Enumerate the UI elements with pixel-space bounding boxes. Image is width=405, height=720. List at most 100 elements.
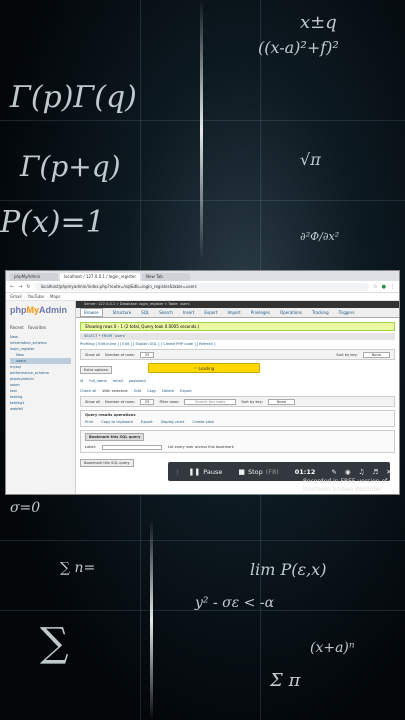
number-of-rows-label: Number of rows: — [105, 399, 135, 404]
sort-select[interactable]: None — [267, 398, 296, 405]
formula: P(x)=1 — [0, 205, 105, 240]
formula: √π — [300, 150, 321, 169]
formula: Γ(p+q) — [20, 150, 121, 183]
top-menu: Browse Structure SQL Search Insert Expor… — [76, 308, 399, 318]
pause-button[interactable]: ❚❚ Pause — [189, 468, 223, 476]
menu-icon[interactable]: ⋮ — [390, 284, 395, 290]
grip-icon[interactable]: ⋮ — [174, 468, 181, 476]
formula: ∂²Φ/∂x² — [300, 230, 340, 243]
create-view-link[interactable]: Create view — [192, 420, 213, 424]
stop-button[interactable]: ■ Stop (F8) — [238, 468, 278, 476]
phpmyadmin-logo[interactable]: phpMyAdmin — [6, 301, 75, 323]
sort-by-key-label: Sort by key: — [336, 352, 358, 357]
sql-query-text: SELECT * FROM `users` — [80, 333, 395, 340]
formula: Γ(p)Γ(q) — [10, 80, 137, 115]
recorder-watermark: Recorded in FREE version of Icecream Scr… — [303, 478, 403, 494]
export-button[interactable]: Export — [180, 389, 192, 393]
tab-insert[interactable]: Insert — [183, 310, 194, 315]
tab-export[interactable]: Export — [204, 310, 217, 315]
filter-input[interactable]: Search this table — [184, 398, 237, 405]
bookmark-section: Bookmark this SQL query Label: Let every… — [80, 430, 395, 453]
tree-item[interactable]: webfell — [10, 406, 71, 412]
bookmark-maps[interactable]: Maps — [50, 294, 61, 299]
delete-button[interactable]: Delete — [162, 389, 174, 393]
query-results-operations: Query results operations Print Copy to c… — [80, 410, 395, 427]
profiling-links[interactable]: Profiling [ Edit inline ] [ Edit ] [ Exp… — [80, 342, 395, 346]
label-input[interactable] — [101, 445, 162, 450]
stop-icon: ■ — [238, 467, 245, 476]
microphone-icon[interactable]: ♫ — [359, 468, 365, 476]
watermark-line: Icecream Screen Recorder — [303, 486, 382, 493]
browser-tab[interactable]: phpMyAdmin — [10, 273, 58, 281]
tab-tracking[interactable]: Tracking — [312, 310, 329, 315]
formula: (x+a)ⁿ — [310, 640, 355, 656]
camera-icon[interactable]: ◉ — [345, 468, 351, 476]
show-all-checkbox[interactable]: Show all — [85, 353, 100, 357]
tab-search[interactable]: Search — [159, 310, 173, 315]
logo-php: php — [10, 305, 27, 315]
column-header[interactable]: full_name — [89, 379, 107, 383]
section-title: Bookmark this SQL query — [85, 433, 145, 441]
extra-options-button[interactable]: Extra options — [80, 366, 112, 374]
browser-tab[interactable]: New Tab — [142, 273, 190, 281]
display-chart-link[interactable]: Display chart — [161, 420, 185, 424]
tab-operations[interactable]: Operations — [280, 310, 302, 315]
sort-by-key-label: Sort by key: — [241, 399, 263, 404]
url-input[interactable]: localhost/phpmyadmin/index.php?route=/sq… — [34, 282, 370, 291]
logo-my: My — [26, 305, 40, 315]
column-header[interactable]: id — [80, 379, 83, 383]
column-header[interactable]: email — [113, 379, 123, 383]
bookmarks-bar: Gmail YouTube Maps — [6, 293, 399, 301]
database-tree: New information_schema login_register Ne… — [6, 332, 75, 414]
back-icon[interactable]: ← — [10, 284, 14, 290]
formula: ∑ n= — [60, 560, 96, 576]
watermark-line: Recorded in FREE version of — [303, 478, 388, 485]
tab-structure[interactable]: Structure — [113, 310, 132, 315]
check-all[interactable]: Check all — [80, 389, 96, 393]
draw-icon[interactable]: ✎ — [331, 468, 336, 476]
export-link[interactable]: Export — [141, 420, 153, 424]
filter-rows-label: Filter rows: — [159, 399, 180, 404]
star-icon[interactable]: ☆ — [373, 284, 377, 290]
copy-clipboard-link[interactable]: Copy to clipboard — [101, 420, 133, 424]
profile-icon[interactable]: ● — [382, 284, 386, 290]
print-link[interactable]: Print — [85, 420, 93, 424]
formula: Σ π — [270, 670, 301, 691]
formula: y² - σε < -α — [195, 595, 275, 611]
show-all-checkbox[interactable]: Show all — [85, 400, 100, 404]
navigation-bar-top: Show all Number of rows: 25 Sort by key:… — [80, 349, 395, 360]
formula: σ=0 — [10, 500, 41, 516]
close-icon[interactable]: ✕ — [386, 468, 391, 476]
edit-button[interactable]: Edit — [134, 389, 141, 393]
speaker-icon[interactable]: ♬ — [372, 468, 378, 476]
bookmark-youtube[interactable]: YouTube — [28, 294, 44, 299]
tab-recent[interactable]: Recent — [10, 325, 24, 330]
tab-import[interactable]: Import — [227, 310, 240, 315]
stop-shortcut: (F8) — [265, 467, 279, 476]
bulk-actions: Check all With selected: Edit Copy Delet… — [80, 389, 395, 393]
tab-privileges[interactable]: Privileges — [251, 310, 270, 315]
formula: ∑ — [40, 620, 69, 666]
navigation-panel: phpMyAdmin Recent Favorites New informat… — [6, 301, 76, 494]
bookmark-gmail[interactable]: Gmail — [10, 294, 22, 299]
tab-browse[interactable]: Browse — [80, 308, 103, 317]
number-of-rows-label: Number of rows: — [105, 352, 135, 357]
tab-sql[interactable]: SQL — [141, 310, 149, 315]
column-header[interactable]: password — [129, 379, 146, 383]
rows-select[interactable]: 25 — [139, 351, 155, 358]
bookmark-query-button[interactable]: Bookmark this SQL query — [80, 459, 134, 467]
navigation-bar-bottom: Show all Number of rows: 25 Filter rows:… — [80, 396, 395, 407]
sort-select[interactable]: None — [362, 351, 390, 358]
with-selected-label: With selected: — [102, 389, 129, 393]
copy-button[interactable]: Copy — [147, 389, 156, 393]
tab-triggers[interactable]: Triggers — [339, 310, 355, 315]
nav-tabs: Recent Favorites — [6, 323, 75, 332]
loading-label: Loading — [198, 366, 215, 371]
forward-icon[interactable]: → — [18, 284, 22, 290]
let-every-user-checkbox[interactable]: Let every user access this bookmark — [168, 445, 234, 450]
reload-icon[interactable]: ↻ — [26, 284, 30, 290]
browser-tab[interactable]: localhost / 127.0.0.1 / login_register — [60, 273, 140, 281]
rows-select[interactable]: 25 — [139, 398, 155, 405]
pause-icon: ❚❚ — [188, 467, 201, 476]
tab-favorites[interactable]: Favorites — [28, 325, 46, 330]
